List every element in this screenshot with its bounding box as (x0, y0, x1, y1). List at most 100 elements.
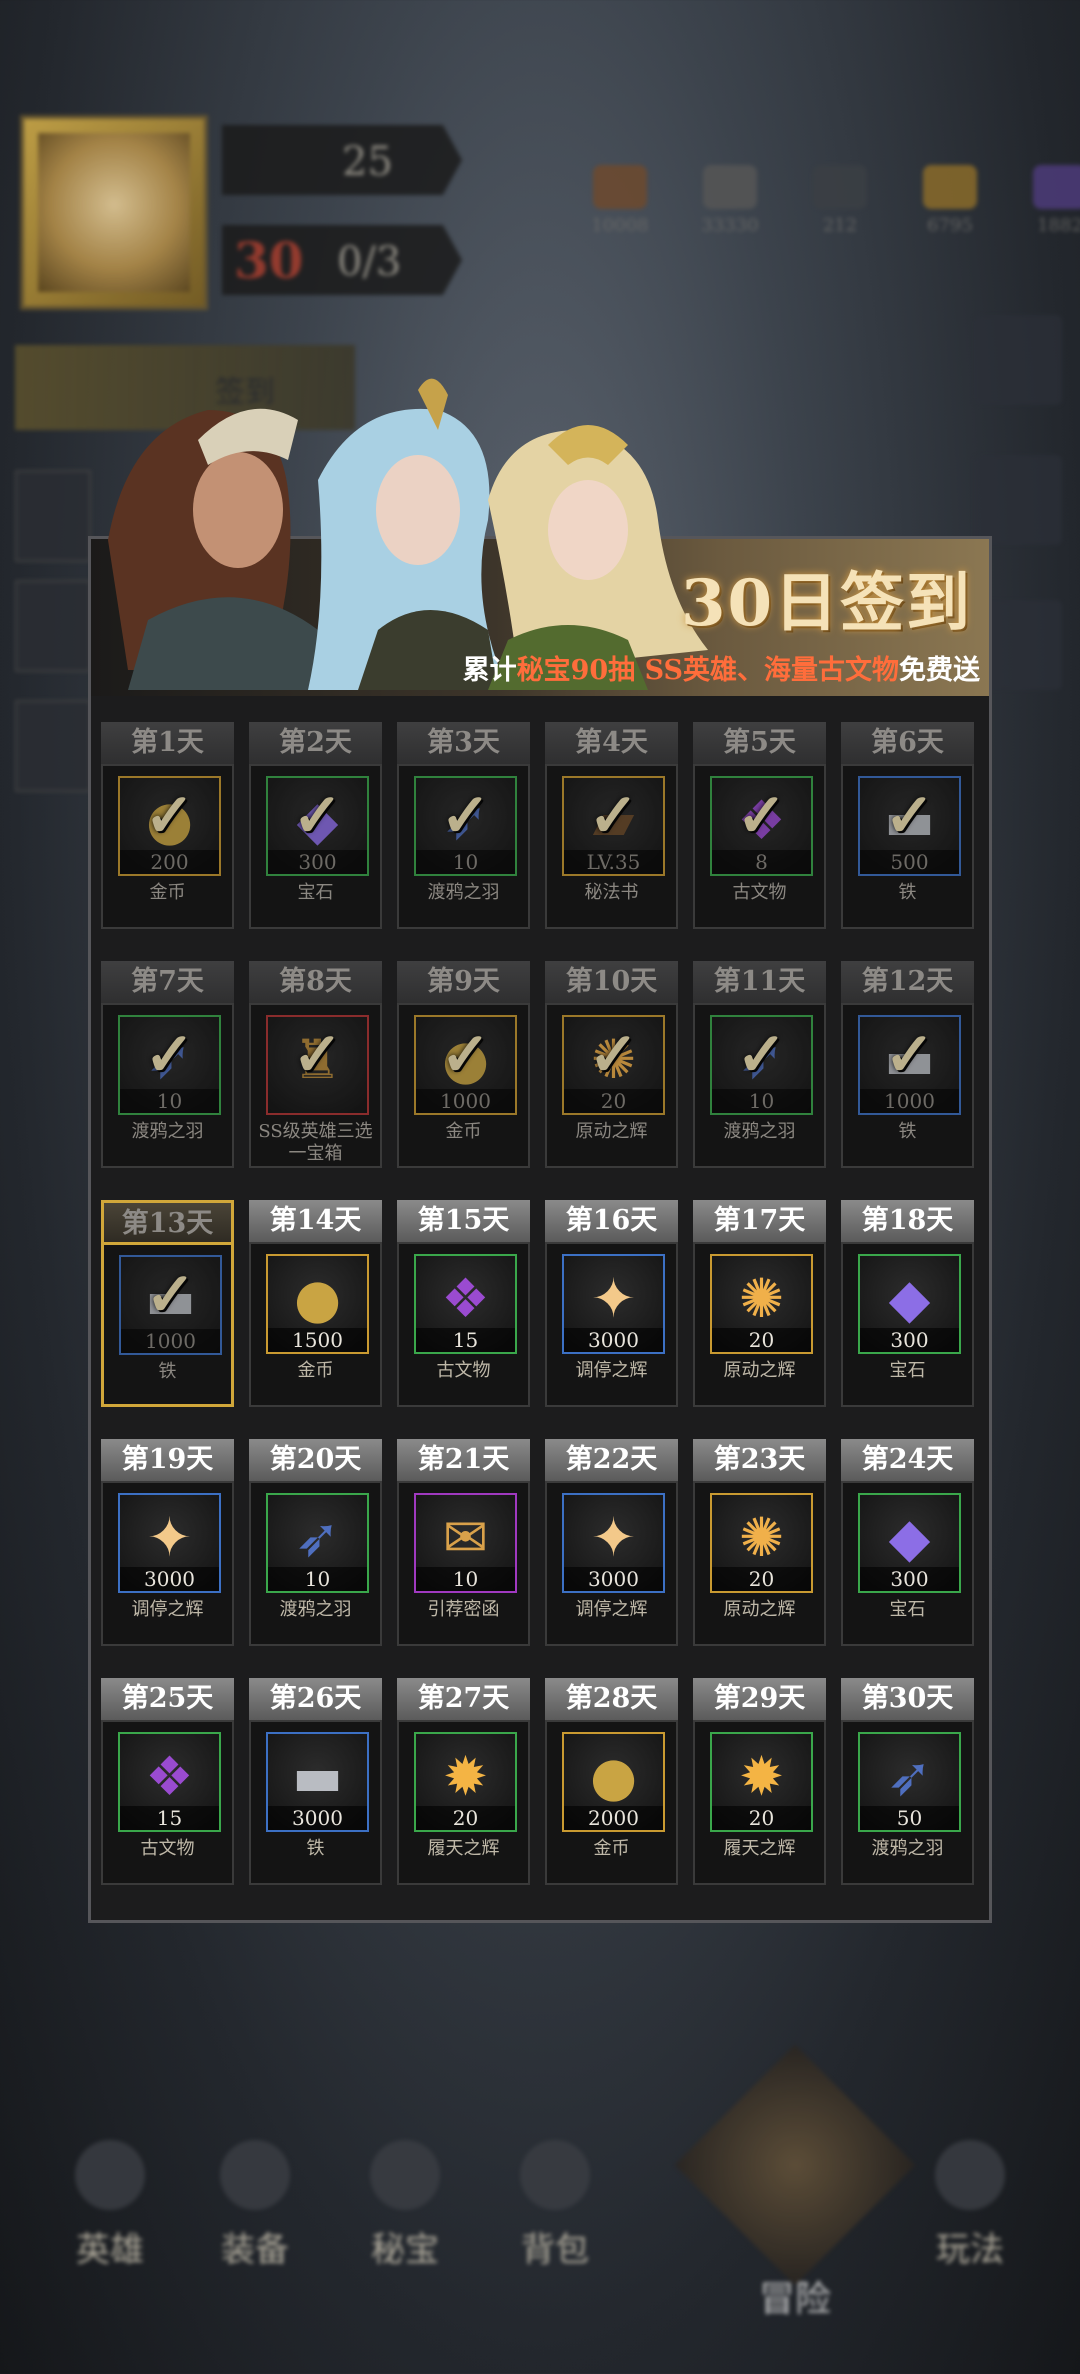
reward-quantity: 20 (712, 1328, 811, 1352)
reward-name: 宝石 (889, 1360, 926, 1381)
reward-quantity: 20 (712, 1567, 811, 1591)
day-label: 第13天 (101, 1200, 234, 1242)
day-reward-cell[interactable]: 第2天 ◆ ✓ 300 宝石 (249, 722, 382, 929)
day-reward-cell[interactable]: 第8天 ♜ ✓ SS级英雄三选一宝箱 (249, 961, 382, 1168)
day-reward-cell[interactable]: 第7天 ➶ ✓ 10 渡鸦之羽 (101, 961, 234, 1168)
reward-card: ❖ 15 古文物 (101, 1720, 234, 1885)
nav-treasure[interactable]: 秘宝 (345, 2140, 465, 2271)
day-reward-cell[interactable]: 第18天 ◆ 300 宝石 (841, 1200, 974, 1407)
side-button-2[interactable] (15, 580, 91, 672)
reward-frame: ◆ 300 (858, 1493, 961, 1593)
day-label: 第2天 (249, 722, 382, 764)
day-label: 第6天 (841, 722, 974, 764)
day-reward-cell[interactable]: 第19天 ✦ 3000 调停之辉 (101, 1439, 234, 1646)
checkmark-icon: ✓ (440, 781, 491, 852)
resource-item[interactable]: 10008 (575, 165, 665, 236)
day-reward-cell[interactable]: 第30天 ➶ 50 渡鸦之羽 (841, 1678, 974, 1885)
subtitle-highlight-2: SS英雄、海量古文物 (644, 655, 899, 686)
reward-quantity: 8 (712, 850, 811, 874)
reward-name: 渡鸦之羽 (723, 1121, 796, 1142)
day-label: 第24天 (841, 1439, 974, 1481)
reward-frame: ➶ 50 (858, 1732, 961, 1832)
resource-item[interactable]: 6795 (905, 165, 995, 236)
nav-backpack[interactable]: 背包 (495, 2140, 615, 2271)
nav-backpack-label: 背包 (521, 2230, 589, 2270)
day-reward-cell[interactable]: 第29天 ✹ 20 履天之辉 (693, 1678, 826, 1885)
nav-equipment[interactable]: 装备 (195, 2140, 315, 2271)
day-reward-cell[interactable]: 第21天 ✉ 10 引荐密函 (397, 1439, 530, 1646)
resource-item[interactable]: 1882 (1015, 165, 1080, 236)
day-reward-cell[interactable]: 第3天 ➶ ✓ 10 渡鸦之羽 (397, 722, 530, 929)
reward-frame: ❖ ✓ 8 (710, 776, 813, 876)
reward-frame: ✺ ✓ 20 (562, 1015, 665, 1115)
prime-radiance-icon: ✺ (738, 1506, 785, 1570)
day-reward-cell[interactable]: 第15天 ❖ 15 古文物 (397, 1200, 530, 1407)
recommendation-letter-icon: ✉ (442, 1506, 489, 1570)
resource-item[interactable]: 33330 (685, 165, 775, 236)
day-reward-cell[interactable]: 第26天 ▬ 3000 铁 (249, 1678, 382, 1885)
subtitle-suffix: 免费送 (899, 655, 980, 686)
reward-frame: ● ✓ 1000 (414, 1015, 517, 1115)
side-button-1[interactable] (15, 470, 91, 562)
side-button-3[interactable] (15, 700, 91, 792)
reward-name: 铁 (306, 1838, 325, 1859)
reward-quantity: 300 (860, 1567, 959, 1591)
resource-item[interactable]: 212 (795, 165, 885, 236)
reward-frame: ✹ 20 (710, 1732, 813, 1832)
day-reward-cell[interactable]: 第5天 ❖ ✓ 8 古文物 (693, 722, 826, 929)
reward-name: 渡鸦之羽 (131, 1121, 204, 1142)
checkmark-icon: ✓ (292, 1020, 343, 1091)
reward-frame: ✉ 10 (414, 1493, 517, 1593)
day-reward-cell[interactable]: 第1天 ● ✓ 200 金币 (101, 722, 234, 929)
day-label: 第21天 (397, 1439, 530, 1481)
day-reward-cell[interactable]: 第28天 ● 2000 金币 (545, 1678, 678, 1885)
day-label: 第19天 (101, 1439, 234, 1481)
nav-gameplay[interactable]: 玩法 (910, 2140, 1030, 2271)
reward-quantity: 15 (416, 1328, 515, 1352)
day-reward-cell[interactable]: 第12天 ▬ ✓ 1000 铁 (841, 961, 974, 1168)
day-reward-cell[interactable]: 第4天 ▰ ✓ LV.35 秘法书 (545, 722, 678, 929)
reward-name: 履天之辉 (723, 1838, 796, 1859)
day-reward-cell[interactable]: 第27天 ✹ 20 履天之辉 (397, 1678, 530, 1885)
reward-quantity: 10 (268, 1567, 367, 1591)
day-reward-cell[interactable]: 第6天 ▬ ✓ 500 铁 (841, 722, 974, 929)
mediation-radiance-icon: ✦ (146, 1506, 193, 1570)
reward-name: 铁 (898, 882, 917, 903)
reward-name: 履天之辉 (427, 1838, 500, 1859)
player-avatar[interactable] (20, 115, 208, 310)
day-reward-cell[interactable]: 第22天 ✦ 3000 调停之辉 (545, 1439, 678, 1646)
reward-quantity: 15 (120, 1806, 219, 1830)
nav-adventure[interactable]: 冒险 (674, 2044, 916, 2320)
reward-quantity: 10 (120, 1089, 219, 1113)
subtitle-highlight-1: 秘宝90抽 (516, 655, 636, 686)
day-reward-cell[interactable]: 第23天 ✺ 20 原动之辉 (693, 1439, 826, 1646)
day-reward-cell[interactable]: 第10天 ✺ ✓ 20 原动之辉 (545, 961, 678, 1168)
reward-card: ➶ ✓ 10 渡鸦之羽 (397, 764, 530, 929)
reward-quantity: 300 (268, 850, 367, 874)
reward-card: ▬ ✓ 1000 铁 (841, 1003, 974, 1168)
day-reward-cell[interactable]: 第17天 ✺ 20 原动之辉 (693, 1200, 826, 1407)
day-label: 第28天 (545, 1678, 678, 1720)
reward-frame: ✹ 20 (414, 1732, 517, 1832)
day-reward-cell[interactable]: 第9天 ● ✓ 1000 金币 (397, 961, 530, 1168)
reward-frame: ➶ ✓ 10 (118, 1015, 221, 1115)
day-reward-cell[interactable]: 第14天 ● 1500 金币 (249, 1200, 382, 1407)
sword-icon (220, 2140, 290, 2210)
modal-title: 30日签到 (680, 566, 972, 641)
reward-quantity: 20 (564, 1089, 663, 1113)
day-reward-cell[interactable]: 第11天 ➶ ✓ 10 渡鸦之羽 (693, 961, 826, 1168)
reward-quantity: 3000 (268, 1806, 367, 1830)
gold-coin-icon: ● (293, 1267, 342, 1331)
day-reward-cell[interactable]: 第24天 ◆ 300 宝石 (841, 1439, 974, 1646)
day-reward-cell[interactable]: 第16天 ✦ 3000 调停之辉 (545, 1200, 678, 1407)
day-reward-cell[interactable]: 第20天 ➶ 10 渡鸦之羽 (249, 1439, 382, 1646)
feather-icon (813, 165, 867, 209)
reward-frame: ✺ 20 (710, 1493, 813, 1593)
reward-frame: ➶ ✓ 10 (414, 776, 517, 876)
nav-heroes[interactable]: 英雄 (50, 2140, 170, 2271)
day-reward-cell[interactable]: 第13天 ▬ ✓ 1000 铁 (101, 1200, 234, 1407)
day-label: 第7天 (101, 961, 234, 1003)
gem-icon: ◆ (888, 1267, 931, 1331)
bottom-navigation: 英雄 装备 秘宝 背包 冒险 玩法 (0, 2044, 1080, 2340)
day-reward-cell[interactable]: 第25天 ❖ 15 古文物 (101, 1678, 234, 1885)
